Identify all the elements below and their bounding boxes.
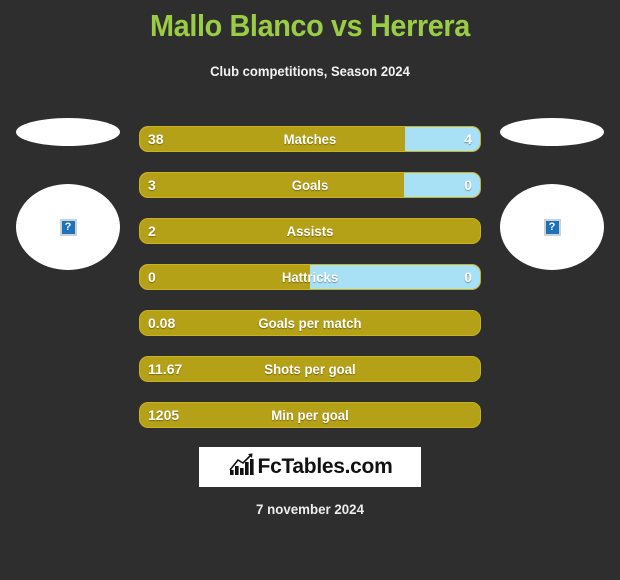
stat-bar-row: 2 Assists bbox=[139, 218, 481, 244]
stat-bar-row: 3 Goals 0 bbox=[139, 172, 481, 198]
stat-label: Shots per goal bbox=[264, 361, 356, 377]
stat-label: Min per goal bbox=[271, 407, 349, 423]
bar-chart-growth-icon bbox=[228, 452, 254, 482]
broken-image-icon: ? bbox=[543, 218, 561, 236]
away-crest-circle: ? bbox=[500, 184, 604, 270]
away-team-crest: ? bbox=[492, 118, 612, 270]
stat-away-value: 4 bbox=[464, 131, 472, 147]
stat-bar-row: 38 Matches 4 bbox=[139, 126, 481, 152]
fctables-logo-text: FcTables.com bbox=[257, 455, 393, 478]
stat-bar-row: 0.08 Goals per match bbox=[139, 310, 481, 336]
comparison-infographic: Mallo Blanco vs Herrera Club competition… bbox=[0, 0, 620, 580]
stat-label: Assists bbox=[286, 223, 334, 239]
stat-away-value: 0 bbox=[464, 269, 472, 285]
page-subtitle: Club competitions, Season 2024 bbox=[210, 63, 410, 79]
stat-label: Goals bbox=[291, 177, 329, 193]
home-crest-shadow-ellipse bbox=[16, 118, 120, 146]
footer-date: 7 november 2024 bbox=[256, 501, 364, 517]
stat-bar-row: 11.67 Shots per goal bbox=[139, 356, 481, 382]
home-team-crest: ? bbox=[8, 118, 128, 270]
fctables-logo[interactable]: FcTables.com bbox=[199, 447, 421, 487]
stat-label: Matches bbox=[283, 131, 337, 147]
stat-away-value: 0 bbox=[464, 177, 472, 193]
stat-bar-row: 1205 Min per goal bbox=[139, 402, 481, 428]
broken-image-icon: ? bbox=[59, 218, 77, 236]
home-crest-circle: ? bbox=[16, 184, 120, 270]
stat-label: Hattricks bbox=[281, 269, 339, 285]
stat-bar-list: 38 Matches 4 3 Goals 0 2 Assists 0 Hattricks 0 0.08… bbox=[139, 126, 481, 448]
page-title: Mallo Blanco vs Herrera bbox=[150, 8, 470, 43]
stat-bar-row: 0 Hattricks 0 bbox=[139, 264, 481, 290]
away-crest-shadow-ellipse bbox=[500, 118, 604, 146]
stat-label: Goals per match bbox=[258, 315, 362, 331]
